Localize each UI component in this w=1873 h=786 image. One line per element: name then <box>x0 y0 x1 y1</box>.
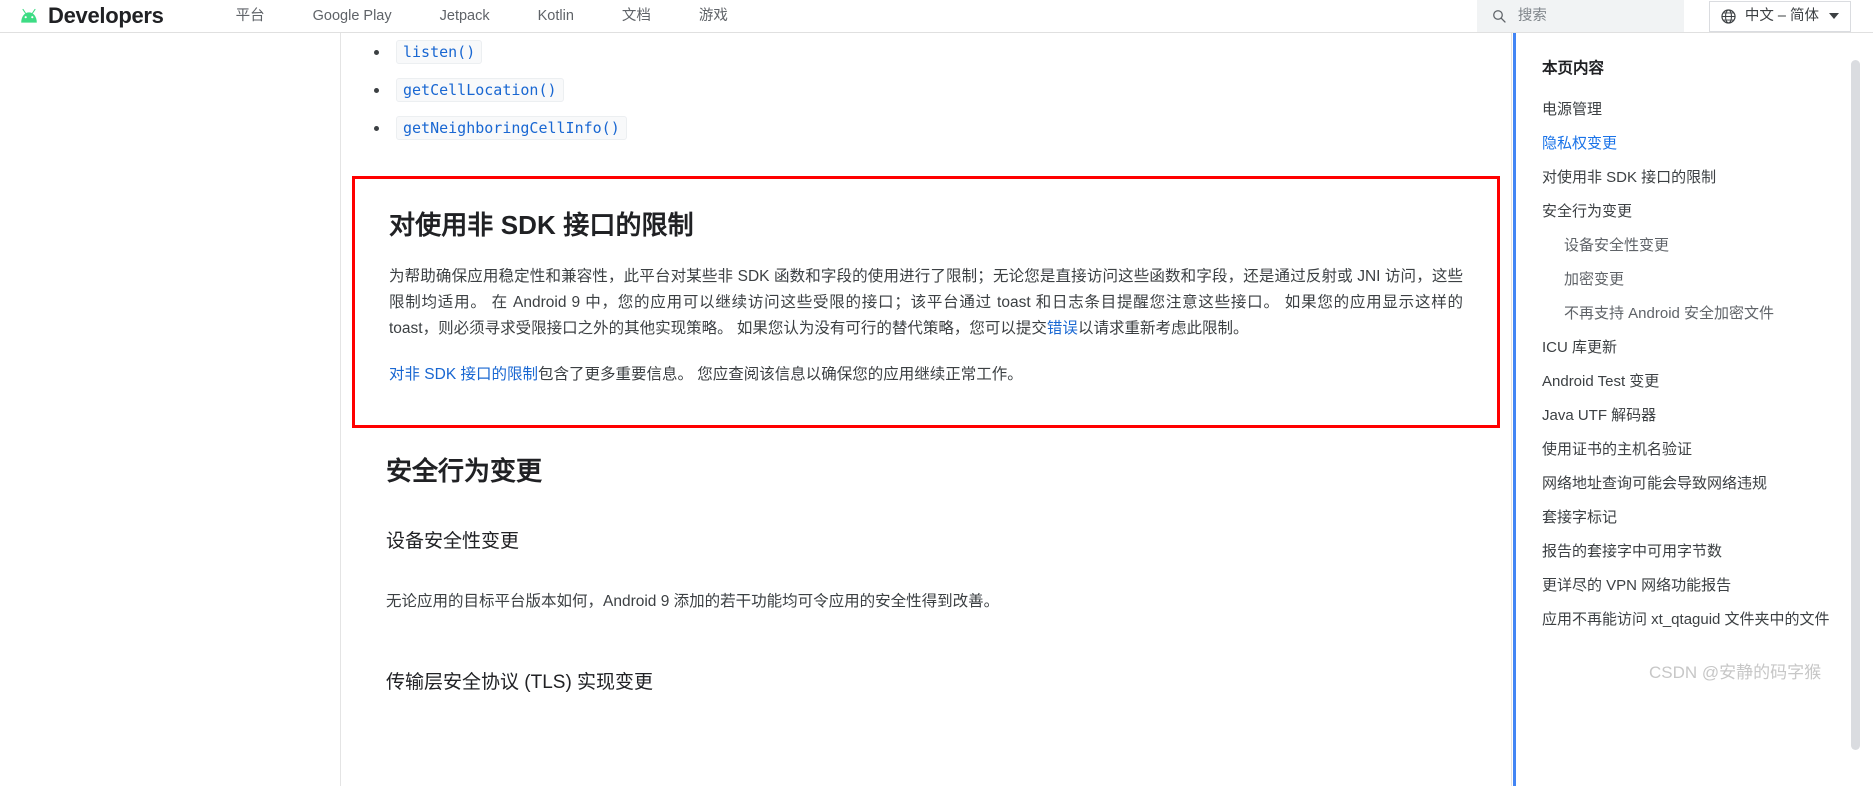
list-item: getNeighboringCellInfo() <box>342 109 1511 147</box>
list-item: listen() <box>342 33 1511 71</box>
android-robot-icon <box>17 8 41 24</box>
bug-report-link[interactable]: 错误 <box>1047 320 1078 337</box>
language-selector[interactable]: 中文 – 简体 <box>1708 0 1851 32</box>
highlight-paragraph-1: 为帮助确保应用稳定性和兼容性，此平台对某些非 SDK 函数和字段的使用进行了限制… <box>389 264 1463 342</box>
language-label: 中文 – 简体 <box>1744 7 1819 24</box>
toc-item-non-sdk-restrictions[interactable]: 对使用非 SDK 接口的限制 <box>1542 167 1832 189</box>
bullet-icon <box>374 125 379 131</box>
toc-item-encryption-changes[interactable]: 加密变更 <box>1542 269 1842 291</box>
security-paragraph: 无论应用的目标平台版本如何，Android 9 添加的若干功能均可令应用的安全性… <box>386 593 1000 610</box>
api-link-getcelllocation[interactable]: getCellLocation() <box>396 78 564 102</box>
toc-item-network-address-lookup[interactable]: 网络地址查询可能会导致网络违规 <box>1542 473 1832 495</box>
brand-logo[interactable]: Developers <box>17 5 164 27</box>
non-sdk-restrictions-link[interactable]: 对非 SDK 接口的限制 <box>389 366 538 383</box>
table-of-contents: 本页内容 电源管理 隐私权变更 对使用非 SDK 接口的限制 安全行为变更 设备… <box>1513 33 1873 786</box>
toc-item-android-test-changes[interactable]: Android Test 变更 <box>1542 371 1832 393</box>
api-link-listen[interactable]: listen() <box>396 40 483 64</box>
toc-item-android-secure-encrypted-files[interactable]: 不再支持 Android 安全加密文件 <box>1542 303 1842 325</box>
paragraph-2-text: 包含了更多重要信息。 您应查阅该信息以确保您的应用继续正常工作。 <box>537 366 1023 383</box>
api-link-getneighboringcellinfo[interactable]: getNeighboringCellInfo() <box>396 116 627 140</box>
toc-item-socket-tagging[interactable]: 套接字标记 <box>1542 507 1832 529</box>
toc-item-socket-available-bytes[interactable]: 报告的套接字中可用字节数 <box>1542 541 1832 563</box>
security-section: 安全行为变更 设备安全性变更 无论应用的目标平台版本如何，Android 9 添… <box>386 451 1486 694</box>
api-method-list: listen() getCellLocation() getNeighborin… <box>342 33 1511 147</box>
brand-title: Developers <box>48 3 164 28</box>
site-header: Developers 平台 Google Play Jetpack Kotlin… <box>0 0 1873 33</box>
toc-title: 本页内容 <box>1542 60 1605 77</box>
search-placeholder: 搜索 <box>1517 7 1547 24</box>
section-heading-security: 安全行为变更 <box>386 456 543 486</box>
toc-item-security-behavior-changes[interactable]: 安全行为变更 <box>1542 201 1832 223</box>
search-icon <box>1491 8 1507 24</box>
nav-item-docs[interactable]: 文档 <box>598 0 675 33</box>
left-sidebar <box>0 33 341 786</box>
toc-item-java-utf-decoder[interactable]: Java UTF 解码器 <box>1542 405 1832 427</box>
highlight-content: 对使用非 SDK 接口的限制 为帮助确保应用稳定性和兼容性，此平台对某些非 SD… <box>355 179 1497 388</box>
globe-icon <box>1720 8 1737 25</box>
toc-item-power-management[interactable]: 电源管理 <box>1542 99 1832 121</box>
nav-item-jetpack[interactable]: Jetpack <box>416 0 514 33</box>
bullet-icon <box>374 49 379 55</box>
toc-item-hostname-verification[interactable]: 使用证书的主机名验证 <box>1542 439 1832 461</box>
header-right-controls: 搜索 中文 – 简体 <box>1476 0 1873 33</box>
toc-item-privacy-changes[interactable]: 隐私权变更 <box>1542 133 1832 155</box>
bullet-icon <box>374 87 379 93</box>
toc-item-icu-library-update[interactable]: ICU 库更新 <box>1542 337 1832 359</box>
subheading-tls: 传输层安全协议 (TLS) 实现变更 <box>386 672 654 693</box>
page-title: 对使用非 SDK 接口的限制 <box>389 210 694 240</box>
toc-item-xt-qtaguid[interactable]: 应用不再能访问 xt_qtaguid 文件夹中的文件 <box>1542 609 1832 631</box>
primary-nav: 平台 Google Play Jetpack Kotlin 文档 游戏 <box>212 0 752 33</box>
nav-item-games[interactable]: 游戏 <box>675 0 752 33</box>
search-input[interactable]: 搜索 <box>1476 0 1684 32</box>
nav-item-kotlin[interactable]: Kotlin <box>514 0 598 33</box>
toc-list: 本页内容 电源管理 隐私权变更 对使用非 SDK 接口的限制 安全行为变更 设备… <box>1516 33 1842 631</box>
nav-item-platform[interactable]: 平台 <box>212 0 289 33</box>
page-root: Developers 平台 Google Play Jetpack Kotlin… <box>0 0 1873 786</box>
subheading-device-security: 设备安全性变更 <box>386 531 520 552</box>
toc-scrollbar[interactable] <box>1851 60 1860 750</box>
list-item: getCellLocation() <box>342 71 1511 109</box>
paragraph-1-text-b: 以请求重新考虑此限制。 <box>1077 320 1249 337</box>
highlight-paragraph-2: 对非 SDK 接口的限制包含了更多重要信息。 您应查阅该信息以确保您的应用继续正… <box>389 362 1463 388</box>
body-area: listen() getCellLocation() getNeighborin… <box>0 33 1873 786</box>
toc-item-vpn-network-reporting[interactable]: 更详尽的 VPN 网络功能报告 <box>1542 575 1832 597</box>
chevron-down-icon <box>1829 13 1839 19</box>
nav-item-google-play[interactable]: Google Play <box>289 0 416 33</box>
paragraph-1-text-a: 为帮助确保应用稳定性和兼容性，此平台对某些非 SDK 函数和字段的使用进行了限制… <box>389 268 1463 337</box>
highlight-annotation-box: 对使用非 SDK 接口的限制 为帮助确保应用稳定性和兼容性，此平台对某些非 SD… <box>352 176 1500 428</box>
main-content: listen() getCellLocation() getNeighborin… <box>342 33 1512 786</box>
toc-item-device-security-changes[interactable]: 设备安全性变更 <box>1542 235 1842 257</box>
